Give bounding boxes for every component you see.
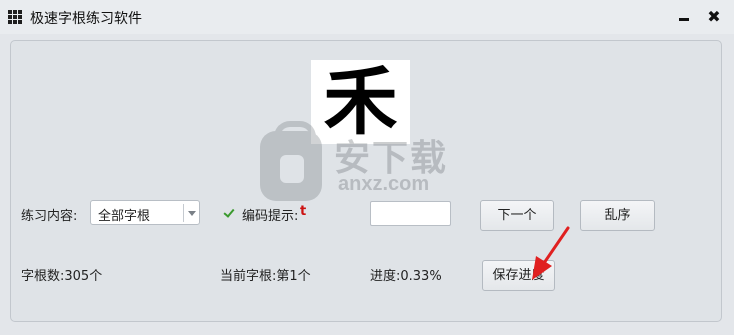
close-button[interactable]: ✖ [702,5,726,29]
progress-text: 进度:0.33% [370,269,442,284]
shield-icon [260,121,322,201]
content-select[interactable]: 全部字根 [90,200,200,225]
minimize-button[interactable] [672,5,696,29]
hint-label: 编码提示: [242,209,299,224]
watermark-logo: 安下载 anxz.com [258,121,478,205]
answer-input[interactable] [370,201,451,226]
shuffle-button[interactable]: 乱序 [580,200,655,231]
pointer-arrow-icon [532,226,570,280]
title-bar: 极速字根练习软件 ✖ [0,0,734,34]
window-title: 极速字根练习软件 [30,11,142,27]
chevron-down-icon [188,211,196,216]
content-select-value: 全部字根 [98,209,151,224]
hint-checkbox[interactable] [223,206,236,219]
grid-icon [8,10,23,25]
current-root: 当前字根:第1个 [220,269,311,284]
select-divider [183,204,184,222]
root-count: 字根数:305个 [21,269,103,284]
watermark-subtext: anxz.com [338,173,430,195]
minimize-icon [679,18,689,21]
check-icon [223,206,235,218]
close-icon: ✖ [707,7,721,26]
content-label: 练习内容: [21,209,78,224]
hint-value: t [300,204,307,219]
